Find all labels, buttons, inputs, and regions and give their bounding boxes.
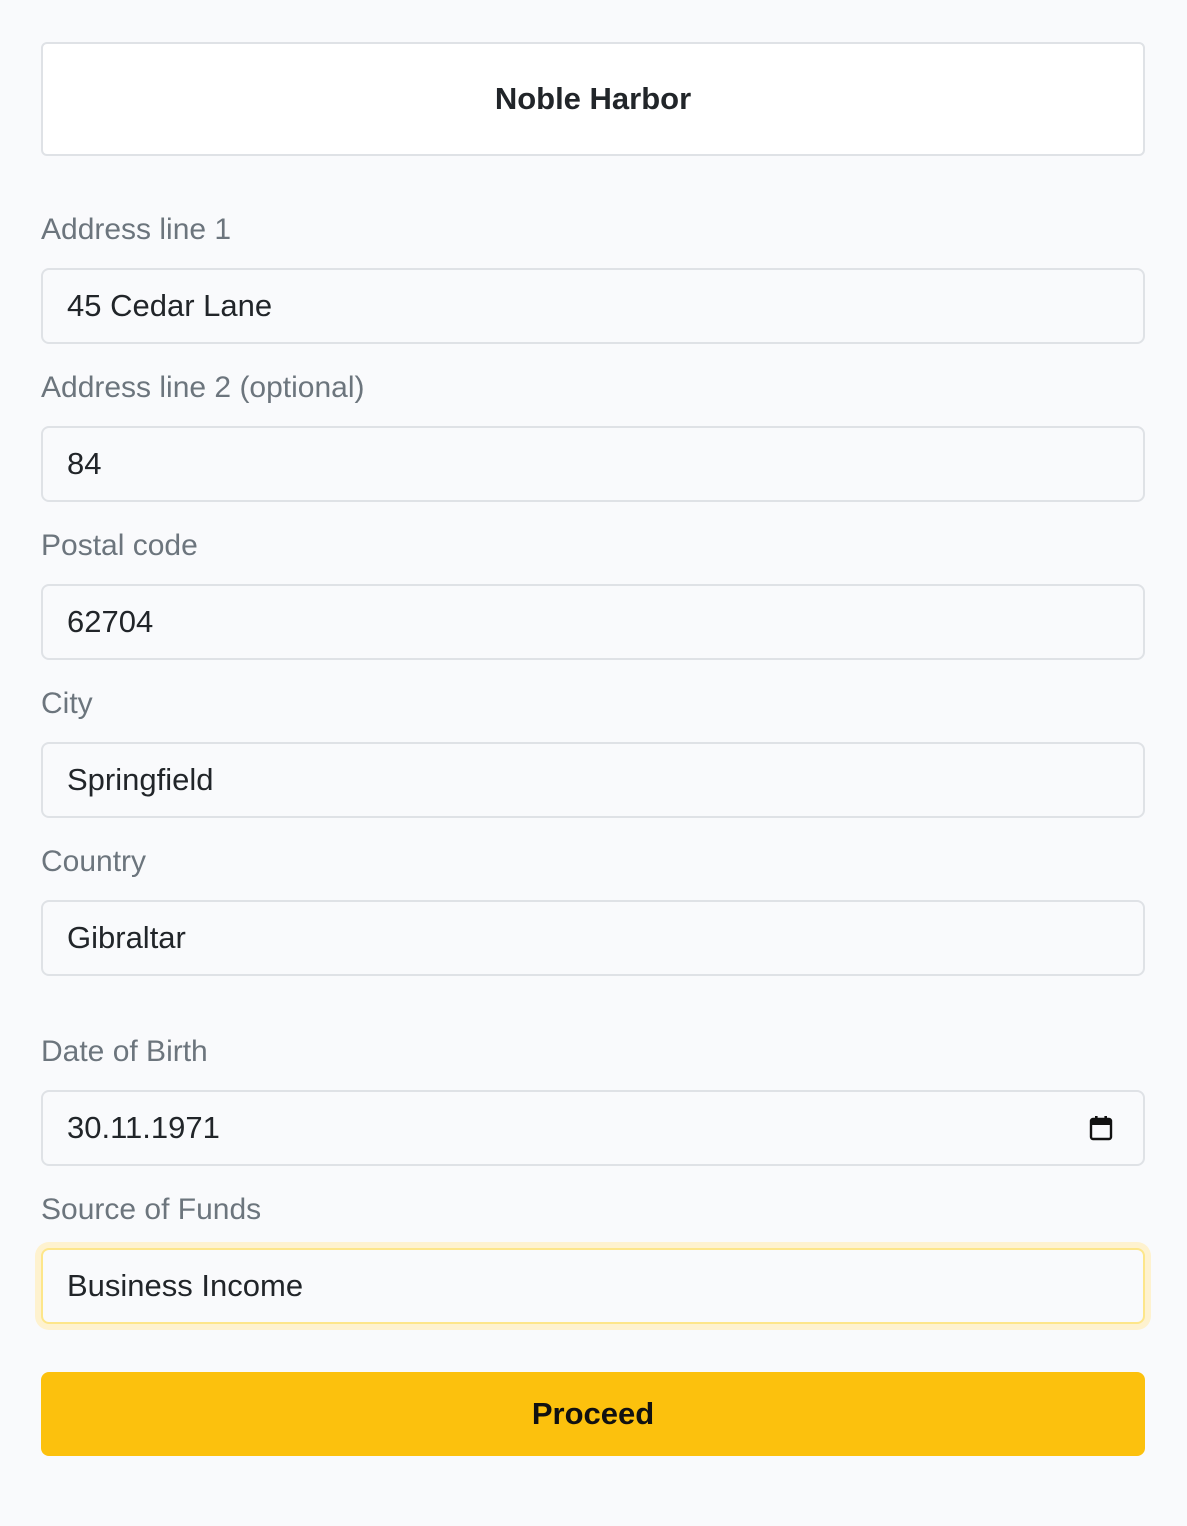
country-label: Country bbox=[41, 845, 147, 878]
source-of-funds-label: Source of Funds bbox=[41, 1193, 262, 1226]
address-line-2-label: Address line 2 (optional) bbox=[41, 371, 365, 404]
source-of-funds-value: Business Income bbox=[67, 1268, 304, 1303]
address-line-1-label: Address line 1 bbox=[41, 213, 232, 246]
postal-code-value: 62704 bbox=[67, 604, 154, 639]
brand-header: Noble Harbor bbox=[41, 42, 1145, 156]
date-of-birth-value: 30.11.1971 bbox=[67, 1110, 220, 1145]
city-input[interactable]: Springfield bbox=[41, 742, 1145, 818]
city-value: Springfield bbox=[67, 762, 214, 797]
brand-title: Noble Harbor bbox=[494, 81, 692, 116]
address-line-1-input[interactable]: 45 Cedar Lane bbox=[41, 268, 1145, 344]
address-line-1-value: 45 Cedar Lane bbox=[67, 288, 273, 323]
address-form-page: Noble Harbor Address line 1 45 Cedar Lan… bbox=[0, 0, 1187, 1526]
city-label: City bbox=[41, 687, 93, 720]
source-of-funds-input[interactable]: Business Income bbox=[41, 1248, 1145, 1324]
date-of-birth-label: Date of Birth bbox=[41, 1035, 208, 1068]
country-value: Gibraltar bbox=[67, 920, 186, 955]
country-input[interactable]: Gibraltar bbox=[41, 900, 1145, 976]
proceed-button[interactable]: Proceed bbox=[41, 1372, 1145, 1456]
address-line-2-value: 84 bbox=[67, 446, 102, 481]
postal-code-input[interactable]: 62704 bbox=[41, 584, 1145, 660]
address-line-2-input[interactable]: 84 bbox=[41, 426, 1145, 502]
date-of-birth-input[interactable]: 30.11.1971 bbox=[41, 1090, 1145, 1166]
postal-code-label: Postal code bbox=[41, 529, 198, 562]
calendar-icon[interactable] bbox=[1089, 1115, 1113, 1141]
